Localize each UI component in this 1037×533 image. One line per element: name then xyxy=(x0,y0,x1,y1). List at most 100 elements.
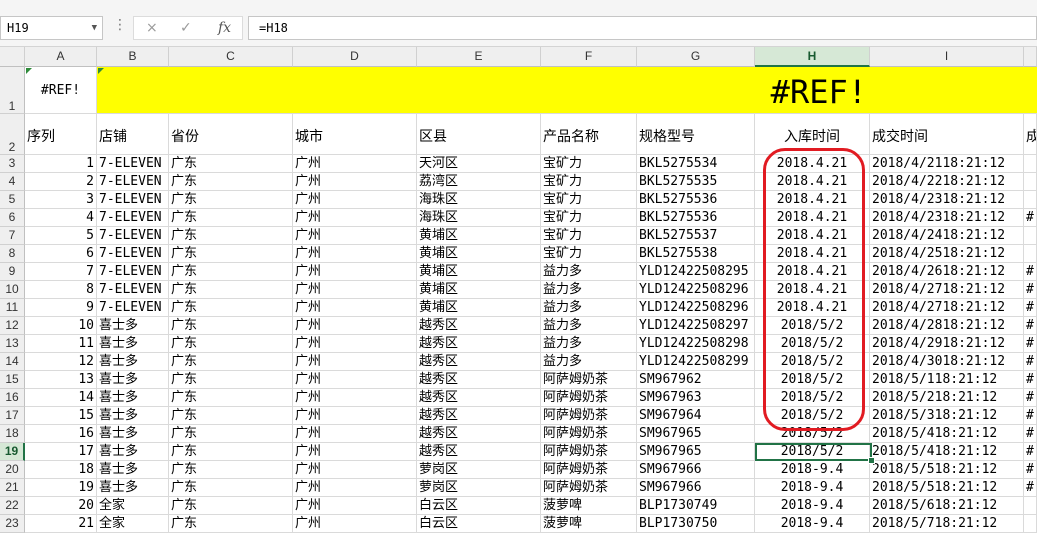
table-cell[interactable]: 广州 xyxy=(293,155,417,173)
table-cell[interactable]: 7 xyxy=(25,263,97,281)
column-header-f[interactable]: F xyxy=(541,47,637,67)
table-cell[interactable]: 广东 xyxy=(169,407,293,425)
table-cell[interactable]: 7-ELEVEN xyxy=(97,155,169,173)
table-cell[interactable]: # xyxy=(1024,299,1037,317)
table-cell[interactable]: # xyxy=(1024,389,1037,407)
table-cell[interactable] xyxy=(1024,497,1037,515)
column-header-a[interactable]: A xyxy=(25,47,97,67)
table-cell[interactable]: 7-ELEVEN xyxy=(97,263,169,281)
row-header-6[interactable]: 6 xyxy=(0,209,25,227)
row-header-13[interactable]: 13 xyxy=(0,335,25,353)
table-cell[interactable]: 宝矿力 xyxy=(541,227,637,245)
table-cell[interactable]: 7-ELEVEN xyxy=(97,299,169,317)
table-cell[interactable]: 2018/4/2318:21:12 xyxy=(870,191,1024,209)
table-cell[interactable]: 全家 xyxy=(97,497,169,515)
table-cell[interactable]: 广东 xyxy=(169,245,293,263)
table-cell[interactable]: 7-ELEVEN xyxy=(97,245,169,263)
table-cell[interactable]: 益力多 xyxy=(541,299,637,317)
table-cell[interactable]: 喜士多 xyxy=(97,425,169,443)
table-cell[interactable] xyxy=(1024,515,1037,533)
table-cell[interactable]: 黄埔区 xyxy=(417,227,541,245)
table-cell[interactable]: 宝矿力 xyxy=(541,245,637,263)
table-cell[interactable]: SM967966 xyxy=(637,479,755,497)
table-cell[interactable]: 19 xyxy=(25,479,97,497)
table-cell[interactable]: 喜士多 xyxy=(97,317,169,335)
table-cell[interactable]: 13 xyxy=(25,371,97,389)
table-cell[interactable]: 17 xyxy=(25,443,97,461)
table-cell[interactable]: 2018/4/2718:21:12 xyxy=(870,299,1024,317)
header-cell-5[interactable]: 区县 xyxy=(417,114,541,155)
table-cell[interactable]: 广东 xyxy=(169,209,293,227)
table-cell[interactable]: 15 xyxy=(25,407,97,425)
row-header-5[interactable]: 5 xyxy=(0,191,25,209)
table-cell[interactable]: 2018/5/618:21:12 xyxy=(870,497,1024,515)
table-cell[interactable]: 2018/5/418:21:12 xyxy=(870,425,1024,443)
row-header-20[interactable]: 20 xyxy=(0,461,25,479)
table-cell[interactable]: YLD12422508295 xyxy=(637,263,755,281)
table-cell[interactable]: 2018/5/118:21:12 xyxy=(870,371,1024,389)
row-header-15[interactable]: 15 xyxy=(0,371,25,389)
table-cell[interactable]: 2018/4/2318:21:12 xyxy=(870,209,1024,227)
table-cell[interactable]: 7-ELEVEN xyxy=(97,209,169,227)
table-cell[interactable]: 广州 xyxy=(293,227,417,245)
header-cell-10[interactable]: 成 xyxy=(1024,114,1037,155)
table-cell[interactable]: 广东 xyxy=(169,227,293,245)
table-cell[interactable]: 黄埔区 xyxy=(417,299,541,317)
table-cell[interactable]: 广东 xyxy=(169,371,293,389)
header-cell-7[interactable]: 规格型号 xyxy=(637,114,755,155)
header-cell-4[interactable]: 城市 xyxy=(293,114,417,155)
table-cell[interactable]: 广州 xyxy=(293,245,417,263)
table-cell[interactable]: 益力多 xyxy=(541,335,637,353)
table-cell[interactable]: 广州 xyxy=(293,191,417,209)
table-cell[interactable]: 越秀区 xyxy=(417,425,541,443)
table-cell[interactable]: BLP1730750 xyxy=(637,515,755,533)
table-cell[interactable]: 2018/4/2218:21:12 xyxy=(870,173,1024,191)
table-cell[interactable]: 广州 xyxy=(293,263,417,281)
table-cell[interactable]: 9 xyxy=(25,299,97,317)
table-cell[interactable]: 广东 xyxy=(169,353,293,371)
table-cell[interactable]: SM967964 xyxy=(637,407,755,425)
table-cell[interactable]: 阿萨姆奶茶 xyxy=(541,371,637,389)
header-cell-9[interactable]: 成交时间 xyxy=(870,114,1024,155)
table-cell[interactable]: # xyxy=(1024,281,1037,299)
table-cell[interactable]: 8 xyxy=(25,281,97,299)
row-header-8[interactable]: 8 xyxy=(0,245,25,263)
table-cell[interactable]: # xyxy=(1024,479,1037,497)
column-header-e[interactable]: E xyxy=(417,47,541,67)
row-header-4[interactable]: 4 xyxy=(0,173,25,191)
table-cell[interactable]: 菠萝啤 xyxy=(541,497,637,515)
table-cell[interactable]: 3 xyxy=(25,191,97,209)
table-cell[interactable]: # xyxy=(1024,263,1037,281)
table-cell[interactable]: # xyxy=(1024,209,1037,227)
table-cell[interactable]: 益力多 xyxy=(541,263,637,281)
table-cell[interactable]: 海珠区 xyxy=(417,191,541,209)
table-cell[interactable]: SM967962 xyxy=(637,371,755,389)
table-cell[interactable]: 4 xyxy=(25,209,97,227)
table-cell[interactable]: BLP1730749 xyxy=(637,497,755,515)
table-cell[interactable]: 12 xyxy=(25,353,97,371)
table-cell[interactable]: 黄埔区 xyxy=(417,263,541,281)
table-cell[interactable]: 广州 xyxy=(293,209,417,227)
row-header-14[interactable]: 14 xyxy=(0,353,25,371)
table-cell[interactable]: 萝岗区 xyxy=(417,479,541,497)
table-cell[interactable]: 2018/4/2118:21:12 xyxy=(870,155,1024,173)
table-cell[interactable]: # xyxy=(1024,335,1037,353)
fill-handle[interactable] xyxy=(868,457,875,464)
table-cell[interactable]: 广东 xyxy=(169,299,293,317)
table-cell[interactable]: 2018/5/218:21:12 xyxy=(870,389,1024,407)
table-cell[interactable]: 7-ELEVEN xyxy=(97,173,169,191)
table-cell[interactable]: 16 xyxy=(25,425,97,443)
table-cell[interactable]: 越秀区 xyxy=(417,353,541,371)
row-header-11[interactable]: 11 xyxy=(0,299,25,317)
table-cell[interactable]: 广州 xyxy=(293,317,417,335)
table-cell[interactable]: 6 xyxy=(25,245,97,263)
table-cell[interactable]: 广东 xyxy=(169,443,293,461)
table-cell[interactable]: # xyxy=(1024,353,1037,371)
table-cell[interactable]: 2018/4/2418:21:12 xyxy=(870,227,1024,245)
table-cell[interactable]: 广州 xyxy=(293,371,417,389)
table-cell[interactable]: 2018/4/2818:21:12 xyxy=(870,317,1024,335)
table-cell[interactable]: BKL5275538 xyxy=(637,245,755,263)
table-cell[interactable]: 喜士多 xyxy=(97,389,169,407)
table-cell[interactable]: 海珠区 xyxy=(417,209,541,227)
table-cell[interactable]: 2018/5/518:21:12 xyxy=(870,461,1024,479)
